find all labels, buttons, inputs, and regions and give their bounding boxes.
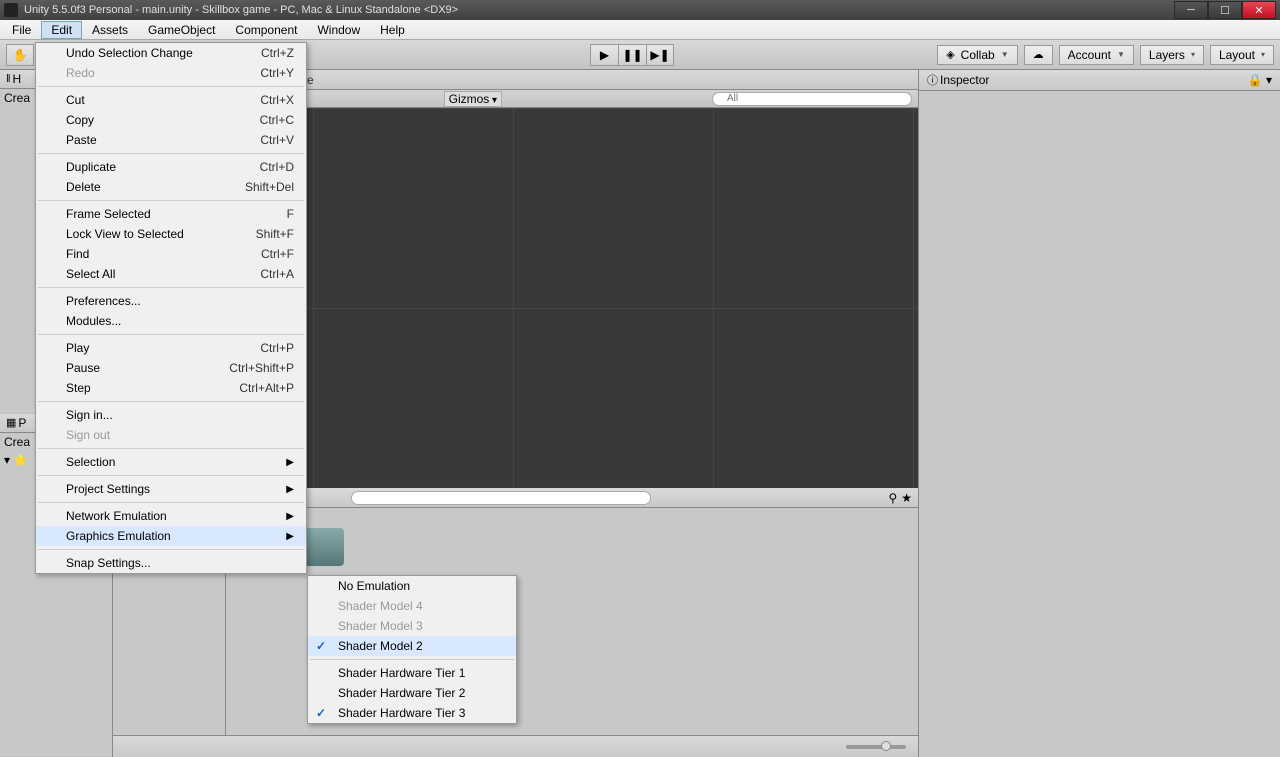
close-button[interactable]: ✕	[1242, 1, 1276, 19]
submenu-item-shader-hardware-tier-2[interactable]: Shader Hardware Tier 2	[308, 683, 516, 703]
submenu-item-shader-model-4: Shader Model 4	[308, 596, 516, 616]
submenu-item-no-emulation[interactable]: No Emulation	[308, 576, 516, 596]
account-dropdown[interactable]: Account ▼	[1059, 45, 1134, 65]
menu-item-undo-selection-change[interactable]: Undo Selection ChangeCtrl+Z	[36, 43, 306, 63]
menu-item-find[interactable]: FindCtrl+F	[36, 244, 306, 264]
inspector-label: Inspector	[940, 73, 989, 87]
layers-label: Layers	[1149, 48, 1185, 62]
menu-item-preferences-[interactable]: Preferences...	[36, 291, 306, 311]
menu-item-modules-[interactable]: Modules...	[36, 311, 306, 331]
menu-window[interactable]: Window	[307, 21, 370, 39]
edit-dropdown: Undo Selection ChangeCtrl+ZRedoCtrl+Y Cut…	[35, 42, 307, 574]
play-button[interactable]: ▶	[590, 44, 618, 66]
menu-item-snap-settings-[interactable]: Snap Settings...	[36, 553, 306, 573]
hand-tool-button[interactable]: ✋	[6, 44, 34, 66]
window-controls: ─ ☐ ✕	[1174, 1, 1276, 19]
menu-item-delete[interactable]: DeleteShift+Del	[36, 177, 306, 197]
menu-edit[interactable]: Edit	[41, 21, 82, 39]
project-footer	[113, 735, 918, 757]
inspector-panel: ⓘ Inspector🔒 ▾	[918, 70, 1280, 757]
gizmos-dropdown[interactable]: Gizmos ▾	[444, 91, 502, 107]
slider-thumb[interactable]	[881, 741, 891, 751]
menu-item-select-all[interactable]: Select AllCtrl+A	[36, 264, 306, 284]
layout-label: Layout	[1219, 48, 1255, 62]
menu-item-sign-in-[interactable]: Sign in...	[36, 405, 306, 425]
menu-gameobject[interactable]: GameObject	[138, 21, 225, 39]
project-search-input[interactable]	[351, 491, 651, 505]
thumbnail-slider[interactable]	[846, 745, 906, 749]
menu-item-copy[interactable]: CopyCtrl+C	[36, 110, 306, 130]
unity-logo-icon	[4, 3, 18, 17]
menu-component[interactable]: Component	[225, 21, 307, 39]
step-button[interactable]: ▶❚	[646, 44, 674, 66]
inspector-tab[interactable]: ⓘ Inspector🔒 ▾	[919, 70, 1280, 91]
menu-item-network-emulation[interactable]: Network Emulation▶	[36, 506, 306, 526]
favorite-icon[interactable]: ★	[901, 491, 912, 505]
menu-item-step[interactable]: StepCtrl+Alt+P	[36, 378, 306, 398]
menu-item-duplicate[interactable]: DuplicateCtrl+D	[36, 157, 306, 177]
titlebar: Unity 5.5.0f3 Personal - main.unity - Sk…	[0, 0, 1280, 20]
graphics-emulation-submenu: No EmulationShader Model 4Shader Model 3…	[307, 575, 517, 724]
submenu-item-shader-hardware-tier-3[interactable]: ✓Shader Hardware Tier 3	[308, 703, 516, 723]
minimize-button[interactable]: ─	[1174, 1, 1208, 19]
submenu-item-shader-hardware-tier-1[interactable]: Shader Hardware Tier 1	[308, 663, 516, 683]
menu-item-project-settings[interactable]: Project Settings▶	[36, 479, 306, 499]
layout-dropdown[interactable]: Layout ▾	[1210, 45, 1274, 65]
lock-icon[interactable]: 🔒 ▾	[1248, 73, 1272, 87]
scene-search-input[interactable]	[712, 92, 912, 106]
menu-item-frame-selected[interactable]: Frame SelectedF	[36, 204, 306, 224]
menu-item-pause[interactable]: PauseCtrl+Shift+P	[36, 358, 306, 378]
menu-item-paste[interactable]: PasteCtrl+V	[36, 130, 306, 150]
submenu-item-shader-model-2[interactable]: ✓Shader Model 2	[308, 636, 516, 656]
menu-item-selection[interactable]: Selection▶	[36, 452, 306, 472]
menu-item-sign-out: Sign out	[36, 425, 306, 445]
menubar: File Edit Assets GameObject Component Wi…	[0, 20, 1280, 40]
menu-item-graphics-emulation[interactable]: Graphics Emulation▶	[36, 526, 306, 546]
collab-label: Collab	[961, 48, 995, 62]
submenu-item-shader-model-3: Shader Model 3	[308, 616, 516, 636]
layers-dropdown[interactable]: Layers ▾	[1140, 45, 1204, 65]
collab-dropdown[interactable]: ◈ Collab ▼	[937, 45, 1017, 65]
menu-item-play[interactable]: PlayCtrl+P	[36, 338, 306, 358]
project-tab-label: P	[18, 416, 26, 430]
menu-assets[interactable]: Assets	[82, 21, 138, 39]
play-controls: ▶ ❚❚ ▶❚	[590, 44, 674, 66]
cloud-button[interactable]: ☁	[1024, 45, 1053, 65]
pause-button[interactable]: ❚❚	[618, 44, 646, 66]
filter-icon[interactable]: ⚲	[888, 491, 897, 505]
hierarchy-tab-label: H	[13, 72, 22, 86]
menu-item-redo: RedoCtrl+Y	[36, 63, 306, 83]
toolbar-right: ◈ Collab ▼ ☁ Account ▼ Layers ▾ Layout ▾	[937, 45, 1274, 65]
menu-help[interactable]: Help	[370, 21, 415, 39]
menu-item-lock-view-to-selected[interactable]: Lock View to SelectedShift+F	[36, 224, 306, 244]
maximize-button[interactable]: ☐	[1208, 1, 1242, 19]
menu-file[interactable]: File	[2, 21, 41, 39]
menu-item-cut[interactable]: CutCtrl+X	[36, 90, 306, 110]
window-title: Unity 5.5.0f3 Personal - main.unity - Sk…	[24, 4, 1174, 16]
account-label: Account	[1068, 48, 1111, 62]
